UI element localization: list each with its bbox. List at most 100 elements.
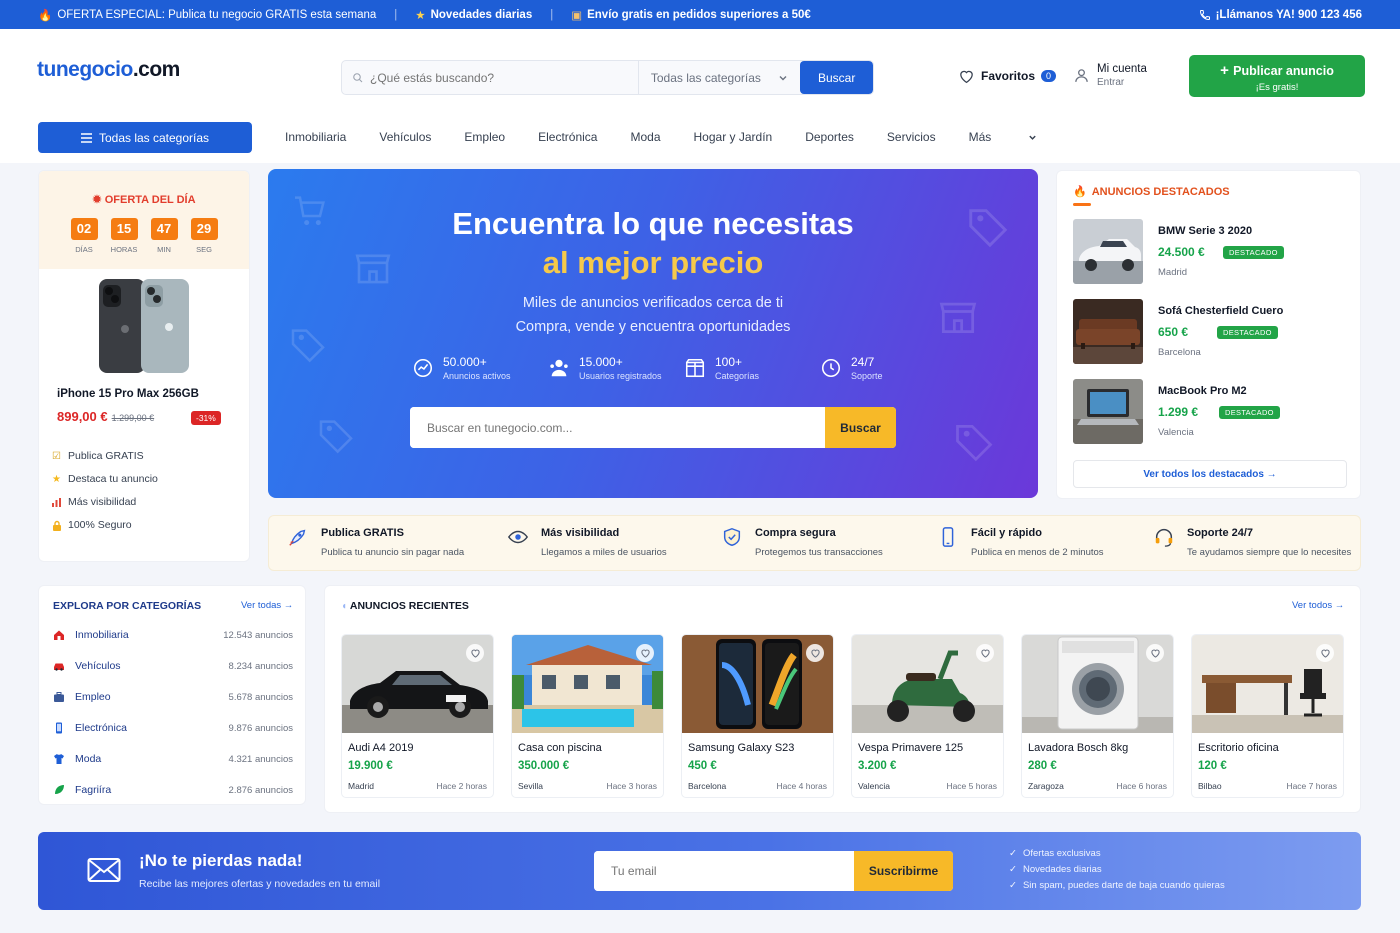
search-button[interactable]: Buscar [800,61,873,94]
featured-item-price: 1.299 € [1158,405,1199,419]
category-name: Electrónica [75,722,127,734]
stat-value: 50.000+ [443,355,487,369]
publish-ad-button[interactable]: + Publicar anuncio ¡Es gratis! [1189,55,1365,97]
heart-icon [470,649,480,658]
category-count: 5.678 anuncios [228,691,293,703]
see-all-featured-button[interactable]: Ver todos los destacados → [1073,460,1347,488]
hero-subtitle-2: Compra, vende y encuentra oportunidades [515,319,791,335]
nav-item-electronica[interactable]: Electrónica [538,130,597,144]
ad-card[interactable]: Casa con piscina 350.000 € Sevilla Hace … [511,634,664,798]
publish-ad-text: Publicar anuncio [1233,64,1334,78]
see-all-recent-link[interactable]: Ver todos → [1292,600,1344,611]
hero-search-input[interactable] [410,407,825,448]
nav-item-inmobiliaria[interactable]: Inmobiliaria [285,130,346,144]
category-row[interactable]: Empleo 5.678 anuncios [53,687,293,707]
benefit-text: Soporte 24/7 Te ayudamos siempre que lo n… [1187,526,1351,558]
account-label: Mi cuenta [1097,63,1147,75]
newsletter-email-input[interactable] [594,851,854,891]
ad-card[interactable]: Audi A4 2019 19.900 € Madrid Hace 2 hora… [341,634,494,798]
mobile-icon [56,722,62,734]
deal-product-name[interactable]: iPhone 15 Pro Max 256GB [57,388,199,400]
topbar-news[interactable]: ★ Novedades diarias [415,8,532,22]
account-text: Mi cuenta Entrar [1097,63,1147,88]
favorite-heart-button[interactable] [466,644,484,662]
hero-search-button[interactable]: Buscar [825,407,896,448]
favorites-link[interactable]: Favoritos 0 [958,68,1057,84]
featured-item[interactable]: BMW Serie 3 2020 24.500 € DESTACADO Madr… [1073,219,1348,285]
tag-icon [956,424,993,462]
featured-badge: DESTACADO [1217,326,1278,339]
feature-label: Más visibilidad [68,496,137,508]
title-underline [1073,203,1091,206]
nav-item-moda[interactable]: Moda [630,130,660,144]
account-link[interactable]: Mi cuenta Entrar [1073,63,1147,88]
featured-item[interactable]: MacBook Pro M2 1.299 € DESTACADO Valenci… [1073,379,1348,445]
site-logo[interactable]: tunegocio.com [37,58,180,82]
nav-item-empleo[interactable]: Empleo [464,130,505,144]
benefit-item: Compra segura Protegemos tus transaccione… [721,526,883,558]
benefit-title: Publica GRATIS [321,527,404,539]
main-nav: Inmobiliaria Vehículos Empleo Electrónic… [285,130,1070,144]
subscribe-button[interactable]: Suscribirme [854,851,953,891]
category-row[interactable]: Moda 4.321 anuncios [53,749,293,769]
featured-item[interactable]: Sofá Chesterfield Cuero 650 € DESTACADO … [1073,299,1348,365]
ad-title: Casa con piscina [518,742,602,754]
ad-card[interactable]: Escritorio oficina 120 € Bilbao Hace 7 h… [1191,634,1344,798]
category-row[interactable]: Inmobiliaria 12.543 anuncios [53,625,293,645]
stat-text: 15.000+ Usuarios registrados [579,355,662,381]
search-input[interactable] [370,70,630,85]
category-select[interactable]: Todas las categorías [639,61,800,94]
heart-icon [960,70,973,84]
favorite-heart-button[interactable] [1316,644,1334,662]
benefit-text: Fácil y rápido Publica en menos de 2 minu… [971,526,1104,558]
category-select-value: Todas las categorías [650,70,761,85]
ad-city: Zaragoza [1028,781,1064,791]
see-all-categories-link[interactable]: Ver todas → [241,600,293,611]
favorite-heart-button[interactable] [1146,644,1164,662]
hero-banner: Encuentra lo que necesitas al mejor prec… [268,169,1038,498]
countdown-days-value: 02 [70,218,98,240]
topbar-phone[interactable]: ¡Llámanos YA! 900 123 456 [1199,9,1362,21]
topbar-shipping[interactable]: ▣ Envío gratis en pedidos superiores a 5… [571,8,811,22]
ad-time: Hace 7 horas [1286,781,1337,791]
deal-title-text: OFERTA DEL DÍA [104,194,196,206]
benefit-sub: Publica tu anuncio sin pagar nada [321,547,465,558]
search-icon [353,72,363,82]
newsletter-subtitle: Recibe las mejores ofertas y novedades e… [139,878,381,890]
benefit-title: Fácil y rápido [971,527,1042,539]
benefit-item: Fácil y rápido Publica en menos de 2 minu… [937,526,1104,558]
heart-icon [810,649,820,658]
newsletter-check-item: ✓ Novedades diarias [1009,864,1102,875]
ad-card[interactable]: Vespa Primavere 125 3.200 € Valencia Hac… [851,634,1004,798]
eye-icon [507,530,529,544]
ad-price: 19.900 € [348,760,393,772]
bmw-image [1073,219,1143,284]
nav-item-mas[interactable]: Más [969,130,1038,144]
benefit-sub: Protegemos tus transacciones [755,547,883,558]
nav-item-deportes[interactable]: Deportes [805,130,854,144]
nav-item-hogar[interactable]: Hogar y Jardín [694,130,773,144]
stat-label: Anuncios activos [443,371,511,381]
all-categories-button[interactable]: Todas las categorías [38,122,252,153]
favorite-heart-button[interactable] [976,644,994,662]
countdown-seconds-value: 29 [190,218,218,240]
deal-header: ✹ OFERTA DEL DÍA 02 DÍAS 15 HORAS 47 MIN 29… [39,171,249,269]
feature-item: Más visibilidad [51,496,158,508]
benefit-title: Compra segura [755,527,836,539]
nav-item-vehiculos[interactable]: Vehículos [379,130,431,144]
favorites-count-badge: 0 [1041,70,1057,82]
ad-card[interactable]: Samsung Galaxy S23 450 € Barcelona Hace … [681,634,834,798]
category-name: Vehículos [75,660,121,672]
phone-icon [1199,9,1210,20]
favorite-heart-button[interactable] [636,644,654,662]
favorite-heart-button[interactable] [806,644,824,662]
category-row[interactable]: Fagriíra 2.876 anuncios [53,780,293,800]
stat-label: Categorías [715,371,760,381]
category-row[interactable]: Vehículos 8.234 anuncios [53,656,293,676]
benefit-item: Publica GRATIS Publica tu anuncio sin pag… [287,526,464,558]
nav-item-servicios[interactable]: Servicios [887,130,936,144]
topbar-offer[interactable]: 🔥 OFERTA ESPECIAL: Publica tu negocio GR… [38,8,376,22]
ad-card[interactable]: Lavadora Bosch 8kg 280 € Zaragoza Hace 6… [1021,634,1174,798]
category-row[interactable]: Electrónica 9.876 anuncios [53,718,293,738]
topbar-phone-text: ¡Llámanos YA! 900 123 456 [1215,8,1362,21]
